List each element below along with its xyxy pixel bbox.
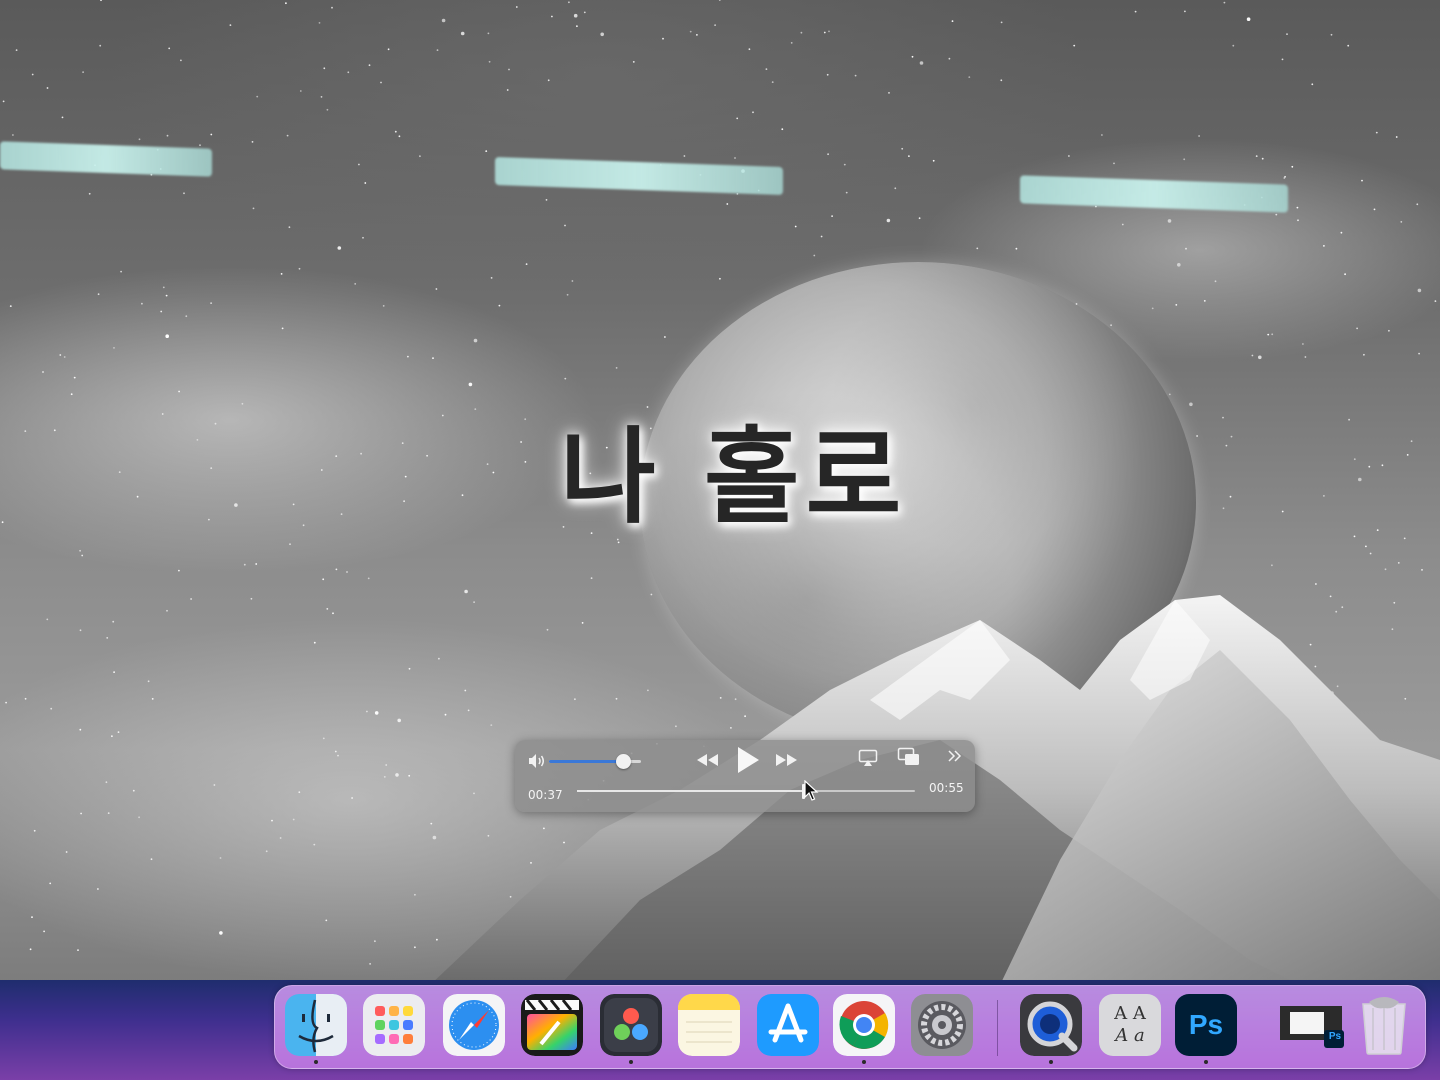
speaker-icon[interactable] (527, 753, 547, 769)
dock: A A A a Ps Ps (274, 985, 1426, 1069)
safari-icon (443, 994, 505, 1056)
dock-item-trash[interactable] (1353, 994, 1415, 1056)
dock-item-quicktime-player[interactable] (1020, 994, 1082, 1056)
trash-icon (1362, 997, 1406, 1055)
photoshop-icon: Ps (1188, 1009, 1224, 1040)
volume-knob[interactable] (615, 754, 631, 769)
final-cut-pro-icon (521, 994, 583, 1056)
running-indicator (314, 1060, 318, 1064)
dock-item-chrome[interactable] (833, 994, 895, 1056)
airplay-icon[interactable] (858, 749, 878, 767)
running-indicator (1049, 1060, 1053, 1064)
notes-icon (678, 994, 740, 1056)
dock-item-launchpad[interactable] (363, 994, 425, 1056)
dock-item-final-cut-pro[interactable] (521, 994, 583, 1056)
dock-item-app-store[interactable] (757, 994, 819, 1056)
dock-item-system-settings[interactable] (911, 994, 973, 1056)
dock-item-photoshop[interactable]: Ps (1175, 994, 1237, 1056)
running-indicator (629, 1060, 633, 1064)
more-chevron-icon[interactable] (947, 748, 963, 764)
play-icon[interactable] (735, 745, 761, 775)
running-indicator (862, 1060, 866, 1064)
launchpad-icon (363, 994, 425, 1056)
player-controls[interactable]: 00:37 00:55 (515, 740, 975, 812)
running-indicator (1204, 1060, 1208, 1064)
fast-forward-icon[interactable] (773, 752, 799, 768)
current-time: 00:37 (528, 788, 563, 802)
dock-item-finder[interactable] (285, 994, 347, 1056)
volume-slider[interactable] (549, 754, 641, 769)
minimized-window-icon (1280, 1006, 1344, 1048)
timeline-scrubber[interactable] (577, 784, 915, 799)
picture-in-picture-icon[interactable] (897, 747, 921, 767)
chrome-icon (833, 994, 895, 1056)
photoshop-badge: Ps (1328, 1031, 1342, 1042)
remaining-time: 00:55 (929, 781, 964, 795)
dock-separator (997, 1000, 998, 1056)
quicktime-icon (1020, 994, 1082, 1056)
rewind-icon[interactable] (695, 752, 721, 768)
dock-item-safari[interactable] (443, 994, 505, 1056)
dock-item-minimized-window[interactable]: Ps (1278, 994, 1346, 1056)
dock-item-davinci-resolve[interactable] (600, 994, 662, 1056)
finder-icon (285, 994, 347, 1056)
video-title-text: 나 홀로 (560, 416, 908, 538)
mouse-pointer-icon (804, 780, 819, 801)
dock-item-notes[interactable] (678, 994, 740, 1056)
davinci-resolve-icon (600, 994, 662, 1056)
system-settings-icon (911, 994, 973, 1056)
font-book-icon: A A A a (1114, 1003, 1146, 1046)
dock-item-font-book[interactable]: A A A a (1099, 994, 1161, 1056)
volume-level (549, 760, 623, 763)
app-store-icon (757, 994, 819, 1056)
timeline-progress (577, 790, 804, 792)
